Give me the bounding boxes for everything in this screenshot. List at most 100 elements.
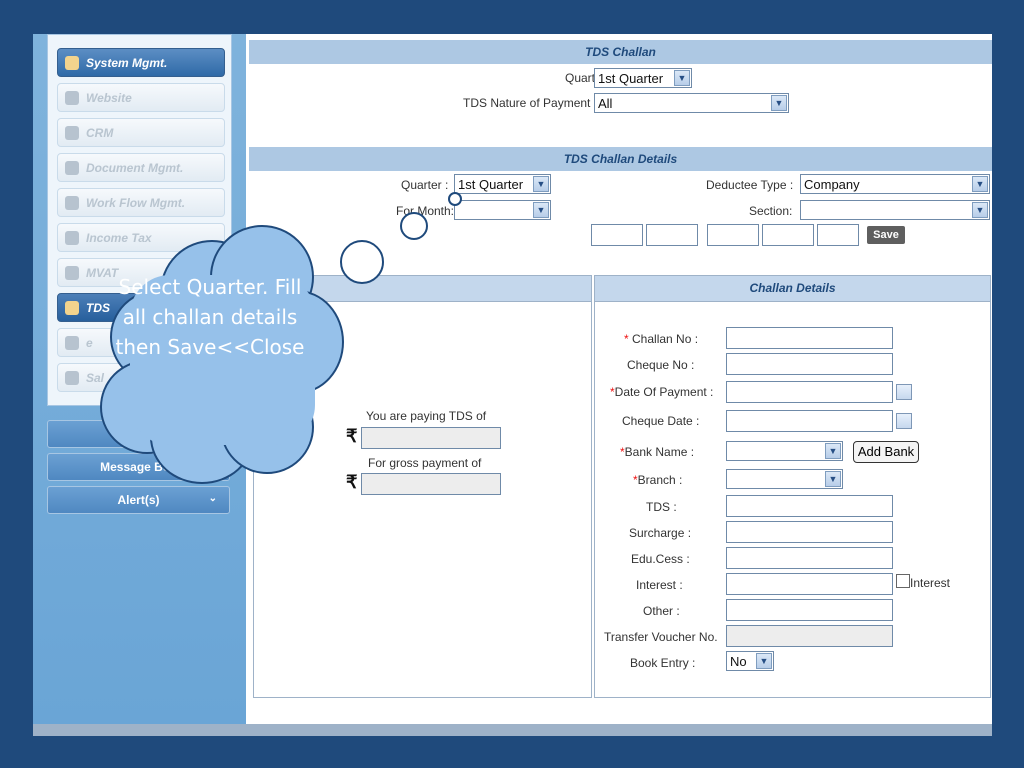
bank-name-label: *Bank Name : [620, 445, 694, 459]
other-label: Other : [643, 604, 680, 618]
sidebar-item-system-mgmt[interactable]: System Mgmt. [57, 48, 225, 77]
sidebar-item-document-mgmt[interactable]: Document Mgmt. [57, 153, 225, 182]
sidebar-item-label: Sal [86, 370, 105, 385]
sidebar-item-label: Work Flow Mgmt. [86, 195, 186, 210]
surcharge-label: Surcharge : [629, 526, 692, 540]
alerts-label: Alert(s) [117, 493, 160, 507]
book-entry-label: Book Entry : [630, 656, 696, 670]
dropdown-arrow-icon: ▼ [972, 202, 988, 218]
save-button[interactable]: Save [867, 226, 905, 244]
sidebar-item-label: Income Tax [86, 230, 152, 245]
interest-checkbox-label: Interest [910, 576, 951, 590]
challan-no-text: Challan No : [632, 332, 699, 346]
tds-label: TDS : [646, 500, 677, 514]
branch-select[interactable]: ▼ [726, 469, 843, 489]
transfer-voucher-input [726, 625, 893, 647]
sidebar-item-label: e [86, 335, 93, 350]
month-select[interactable]: ▼ [454, 200, 551, 220]
rupee-icon: ₹ [346, 426, 358, 446]
book-entry-value: No [730, 654, 747, 669]
dropdown-arrow-icon: ▼ [756, 653, 772, 669]
dropdown-arrow-icon: ▼ [825, 443, 841, 459]
cheque-date-label: Cheque Date : [622, 414, 700, 428]
callout-text: Select Quarter. Fill all challan details… [115, 275, 305, 359]
bank-name-select[interactable]: ▼ [726, 441, 843, 461]
menu-item-icon [65, 161, 79, 175]
section-select[interactable]: ▼ [800, 200, 990, 220]
sidebar-item-label: TDS [86, 300, 110, 315]
quarter-select[interactable]: 1st Quarter ▼ [594, 68, 692, 88]
menu-item-icon [65, 56, 79, 70]
status-bar [33, 724, 992, 736]
sidebar-item-website[interactable]: Website [57, 83, 225, 112]
dropdown-arrow-icon: ▼ [972, 176, 988, 192]
menu-item-icon [65, 231, 79, 245]
nature-label: TDS Nature of Payment : [463, 96, 598, 110]
chevron-down-icon: ⌄ [208, 493, 217, 504]
tds-challan-details-header: TDS Challan Details [249, 147, 992, 171]
alerts-button[interactable]: Alert(s) ⌄ [47, 486, 230, 514]
interest-input[interactable] [726, 573, 893, 595]
rupee-icon: ₹ [346, 472, 358, 492]
dropdown-arrow-icon: ▼ [533, 202, 549, 218]
callout-tail-small [448, 192, 462, 206]
deductee-label: Deductee Type : [706, 178, 794, 192]
calendar-icon[interactable] [896, 384, 912, 400]
menu-item-icon [65, 266, 79, 280]
sidebar-item-label: CRM [86, 125, 114, 140]
interest-label: Interest : [636, 578, 683, 592]
menu-item-icon [65, 371, 79, 385]
sidebar-item-work-flow-mgmt[interactable]: Work Flow Mgmt. [57, 188, 225, 217]
date-payment-label: *Date Of Payment : [610, 385, 713, 399]
section-box-2[interactable] [646, 224, 698, 246]
dropdown-arrow-icon: ▼ [674, 70, 690, 86]
cheque-no-input[interactable] [726, 353, 893, 375]
required-asterisk: * [624, 332, 629, 346]
callout-tail-medium [400, 212, 428, 240]
bank-name-text: Bank Name : [624, 445, 695, 459]
tds-amount-field [361, 427, 501, 449]
details-quarter-value: 1st Quarter [458, 177, 524, 192]
section-box-3[interactable] [707, 224, 759, 246]
quarter-value: 1st Quarter [598, 71, 664, 86]
menu-item-icon [65, 91, 79, 105]
main-content: TDS Challan Quarter : 1st Quarter ▼ TDS N… [249, 34, 992, 724]
date-payment-text: Date Of Payment : [614, 385, 714, 399]
callout-tail-large [340, 240, 384, 284]
paying-text: You are paying TDS of [366, 409, 487, 423]
interest-checkbox[interactable] [896, 574, 910, 588]
deductee-value: Company [804, 177, 860, 192]
edu-cess-input[interactable] [726, 547, 893, 569]
book-entry-select[interactable]: No ▼ [726, 651, 774, 671]
date-of-payment-input[interactable] [726, 381, 893, 403]
section-box-4[interactable] [762, 224, 814, 246]
add-bank-button[interactable]: Add Bank [853, 441, 919, 463]
challan-no-input[interactable] [726, 327, 893, 349]
dropdown-arrow-icon: ▼ [533, 176, 549, 192]
deductee-type-select[interactable]: Company ▼ [800, 174, 990, 194]
section-box-1[interactable] [591, 224, 643, 246]
sidebar-item-label: Website [86, 90, 132, 105]
details-quarter-label: Quarter : [401, 178, 449, 192]
nature-value: All [598, 96, 613, 111]
nature-of-payment-select[interactable]: All ▼ [594, 93, 789, 113]
edu-cess-label: Edu.Cess : [631, 552, 690, 566]
sidebar-item-crm[interactable]: CRM [57, 118, 225, 147]
surcharge-input[interactable] [726, 521, 893, 543]
other-input[interactable] [726, 599, 893, 621]
dropdown-arrow-icon: ▼ [825, 471, 841, 487]
cheque-date-input[interactable] [726, 410, 893, 432]
details-quarter-select[interactable]: 1st Quarter ▼ [454, 174, 551, 194]
gross-amount-field [361, 473, 501, 495]
gross-text: For gross payment of [368, 456, 482, 470]
transfer-voucher-label: Transfer Voucher No. [604, 630, 718, 644]
section-box-5[interactable] [817, 224, 859, 246]
branch-text: Branch : [637, 473, 683, 487]
menu-item-icon [65, 336, 79, 350]
challan-details-header: Challan Details [595, 276, 990, 302]
cheque-no-label: Cheque No : [627, 358, 695, 372]
sidebar-item-label: Document Mgmt. [86, 160, 184, 175]
dropdown-arrow-icon: ▼ [771, 95, 787, 111]
tds-input[interactable] [726, 495, 893, 517]
calendar-icon[interactable] [896, 413, 912, 429]
